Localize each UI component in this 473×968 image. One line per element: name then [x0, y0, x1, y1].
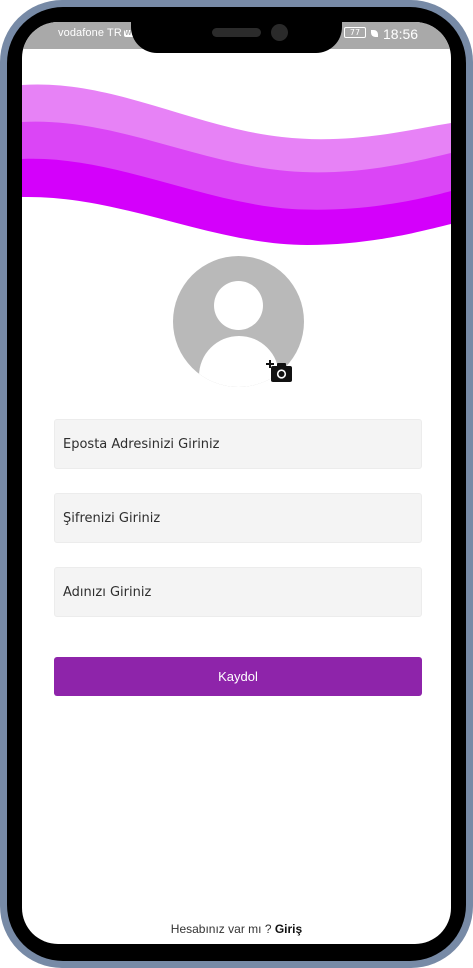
battery-saver-icon [371, 30, 378, 37]
login-link[interactable]: Giriş [275, 922, 302, 936]
front-camera [271, 24, 288, 41]
register-button[interactable]: Kaydol [54, 657, 422, 696]
password-field[interactable] [54, 493, 422, 543]
email-input[interactable] [55, 420, 421, 468]
header-waves [22, 84, 451, 279]
password-input[interactable] [55, 494, 421, 542]
clock: 18:56 [383, 26, 419, 42]
phone-notch [131, 22, 342, 53]
add-a-photo-icon[interactable] [266, 360, 294, 384]
name-input[interactable] [55, 568, 421, 616]
battery-icon: 77 [344, 27, 366, 38]
app-screen: vodafone TRWi 77 18:56 Kaydol Hesabınız … [22, 22, 451, 944]
login-prompt-text: Hesabınız var mı ? [170, 922, 272, 936]
login-prompt: Hesabınız var mı ? Giriş [22, 922, 451, 936]
carrier-label: vodafone TR [58, 27, 122, 39]
carrier-name: vodafone TR Wi [58, 27, 135, 39]
person-placeholder-icon [214, 281, 263, 330]
name-field[interactable] [54, 567, 422, 617]
email-field[interactable] [54, 419, 422, 469]
speaker-grille [212, 28, 261, 37]
